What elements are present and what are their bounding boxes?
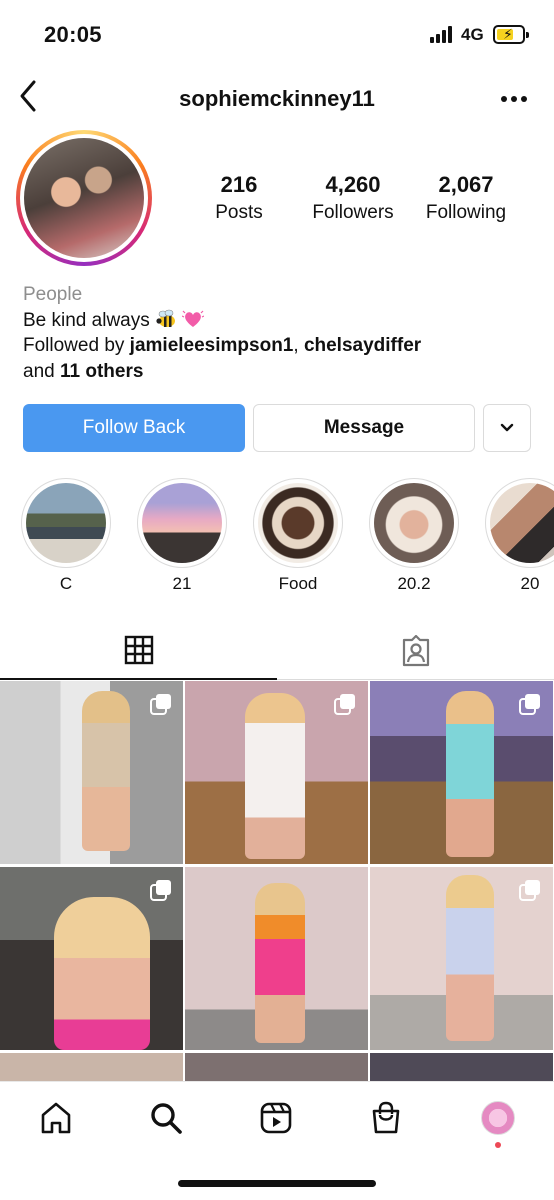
status-time: 20:05 xyxy=(44,22,102,47)
post-thumbnail[interactable] xyxy=(370,1053,553,1081)
chevron-down-icon xyxy=(500,423,514,432)
multiple-photos-icon xyxy=(519,880,540,901)
more-horizontal-icon xyxy=(501,96,527,102)
followed-by-user-1[interactable]: jamieleesimpson1 xyxy=(130,335,294,356)
followed-by-others-line[interactable]: and 11 others xyxy=(23,359,533,385)
post-thumbnail[interactable] xyxy=(185,867,368,1050)
nav-search[interactable] xyxy=(146,1098,186,1138)
posts-count: 216 xyxy=(220,172,258,197)
following-stat[interactable]: 2,067 Following xyxy=(407,172,525,224)
highlight-item[interactable]: C xyxy=(21,478,111,594)
grid-icon xyxy=(124,635,153,665)
follow-back-button[interactable]: Follow Back xyxy=(23,404,245,452)
highlight-cover xyxy=(26,483,106,563)
highlight-cover xyxy=(258,483,338,563)
post-thumbnail[interactable] xyxy=(185,1053,368,1081)
highlight-cover xyxy=(490,483,554,563)
reels-icon xyxy=(260,1102,292,1134)
bio-text: Be kind always xyxy=(23,309,150,331)
highlight-cover xyxy=(374,483,454,563)
story-highlights: C 21 Food 20.2 20 xyxy=(0,478,554,598)
followed-by-prefix: Followed by xyxy=(23,335,130,356)
nav-reels[interactable] xyxy=(256,1098,296,1138)
post-figure xyxy=(54,897,150,1050)
bio-text-line: Be kind always xyxy=(23,308,533,334)
home-icon xyxy=(41,1102,71,1134)
posts-stat[interactable]: 216 Posts xyxy=(180,172,298,224)
followed-by-user-2[interactable]: chelsaydiffer xyxy=(304,335,421,356)
followers-label: Followers xyxy=(312,202,394,223)
post-figure xyxy=(82,691,130,851)
highlight-label: 21 xyxy=(172,574,192,593)
profile-category: People xyxy=(23,284,83,305)
following-count: 2,067 xyxy=(438,172,494,197)
nav-home[interactable] xyxy=(36,1098,76,1138)
status-bar: 20:05 4G ⚡ xyxy=(0,0,554,70)
multiple-photos-icon xyxy=(150,694,171,715)
highlight-label: 20.2 xyxy=(397,574,431,593)
pink-heart-emoji-icon xyxy=(182,310,205,327)
multiple-photos-icon xyxy=(519,694,540,715)
notification-dot xyxy=(495,1142,501,1148)
followed-by-and: and xyxy=(23,360,60,382)
post-thumbnail[interactable] xyxy=(0,1053,183,1081)
suggested-accounts-button[interactable] xyxy=(483,404,531,452)
highlight-label: Food xyxy=(278,574,318,593)
profile-bio: People Be kind always Followed by jamiel… xyxy=(23,282,533,384)
profile-header: sophiemckinney11 xyxy=(0,70,554,126)
highlight-cover xyxy=(142,483,222,563)
tab-tagged[interactable] xyxy=(277,622,554,680)
tagged-person-icon xyxy=(402,635,429,667)
post-figure xyxy=(446,691,494,857)
avatar-photo xyxy=(24,138,144,258)
more-options-button[interactable] xyxy=(498,84,530,112)
profile-avatar[interactable] xyxy=(16,130,152,266)
post-figure xyxy=(255,883,305,1043)
nav-shop[interactable] xyxy=(366,1098,406,1138)
followers-stat[interactable]: 4,260 Followers xyxy=(294,172,412,224)
profile-stats: 216 Posts 4,260 Followers 2,067 Followin… xyxy=(180,172,534,232)
posts-label: Posts xyxy=(215,202,263,223)
post-figure xyxy=(446,875,494,1041)
profile-tabs xyxy=(0,622,554,680)
following-label: Following xyxy=(425,202,507,223)
cellular-signal-icon xyxy=(430,26,454,43)
multiple-photos-icon xyxy=(334,694,355,715)
followed-by-others[interactable]: 11 others xyxy=(60,361,143,382)
bee-emoji-icon xyxy=(156,309,176,327)
followed-by-separator: , xyxy=(293,335,304,356)
highlight-label: C xyxy=(59,574,73,593)
posts-grid xyxy=(0,681,554,1081)
message-button[interactable]: Message xyxy=(253,404,475,452)
profile-avatar-small xyxy=(481,1101,515,1135)
multiple-photos-icon xyxy=(150,880,171,901)
tab-posts-grid[interactable] xyxy=(0,622,277,680)
followed-by-line[interactable]: Followed by jamieleesimpson1, chelsaydif… xyxy=(23,333,533,359)
followers-count: 4,260 xyxy=(325,172,381,197)
search-icon xyxy=(151,1103,182,1134)
profile-username: sophiemckinney11 xyxy=(179,86,375,111)
home-indicator xyxy=(178,1180,376,1187)
network-type: 4G xyxy=(461,25,484,44)
highlight-item[interactable]: 20 xyxy=(485,478,554,594)
post-figure xyxy=(245,693,305,859)
nav-profile[interactable] xyxy=(478,1098,518,1138)
highlight-item[interactable]: 21 xyxy=(137,478,227,594)
shop-icon xyxy=(372,1101,400,1134)
battery-icon: ⚡ xyxy=(493,25,529,44)
highlight-item[interactable]: 20.2 xyxy=(369,478,459,594)
highlight-item[interactable]: Food xyxy=(253,478,343,594)
highlight-label: 20 xyxy=(520,574,540,593)
